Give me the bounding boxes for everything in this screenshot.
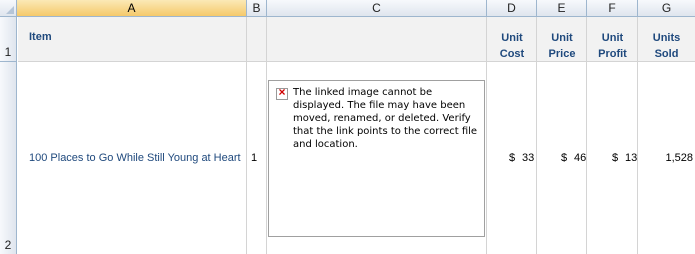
broken-image-icon (276, 85, 288, 100)
header-units-sold-line1: Units (652, 32, 681, 44)
column-header-d[interactable]: D (487, 0, 537, 17)
header-unit-profit[interactable]: Unit Profit (587, 30, 638, 62)
cell-unit-cost[interactable]: 33 (522, 152, 534, 164)
cell-b[interactable]: 1 (251, 152, 257, 164)
row-number: 1 (4, 45, 12, 59)
unit-profit-symbol: $ (612, 152, 619, 164)
gridline (266, 17, 267, 254)
header-unit-price-line1: Unit (551, 32, 573, 44)
column-header-b[interactable]: B (247, 0, 267, 17)
unit-price-symbol: $ (561, 152, 568, 164)
image-error-message: The linked image cannot be displayed. Th… (293, 87, 478, 150)
header-unit-cost[interactable]: Unit Cost (487, 30, 537, 62)
cell-unit-price[interactable]: 46 (574, 152, 586, 164)
header-unit-price[interactable]: Unit Price (537, 30, 587, 62)
cell-units-sold[interactable]: 1,528 (646, 152, 693, 164)
header-unit-profit-line2: Profit (598, 48, 627, 60)
broken-image-placeholder[interactable]: The linked image cannot be displayed. Th… (268, 80, 485, 237)
column-header-a[interactable]: A (17, 0, 247, 17)
unit-cost-symbol: $ (509, 152, 516, 164)
column-header-e[interactable]: E (537, 0, 587, 17)
row-header-1[interactable]: 1 (0, 17, 17, 62)
cell-unit-profit[interactable]: 13 (625, 152, 637, 164)
row-number: 2 (4, 238, 12, 252)
header-units-sold[interactable]: Units Sold (638, 30, 695, 62)
row-header-2[interactable]: 2 (0, 62, 17, 254)
select-all-corner[interactable] (0, 0, 17, 17)
column-header-f[interactable]: F (587, 0, 638, 17)
gridline (246, 17, 247, 254)
column-header-c[interactable]: C (267, 0, 487, 17)
header-unit-cost-line1: Unit (501, 32, 523, 44)
header-unit-cost-line2: Cost (499, 48, 525, 60)
header-unit-profit-line1: Unit (601, 32, 624, 44)
spreadsheet: A B C D E F G 1 2 Item Unit Cost Unit Pr… (0, 0, 695, 254)
header-units-sold-line2: Sold (654, 48, 679, 60)
header-item[interactable]: Item (29, 31, 52, 43)
header-unit-price-line2: Price (548, 48, 576, 60)
column-header-g[interactable]: G (638, 0, 695, 17)
cell-item[interactable]: 100 Places to Go While Still Young at He… (29, 152, 241, 164)
